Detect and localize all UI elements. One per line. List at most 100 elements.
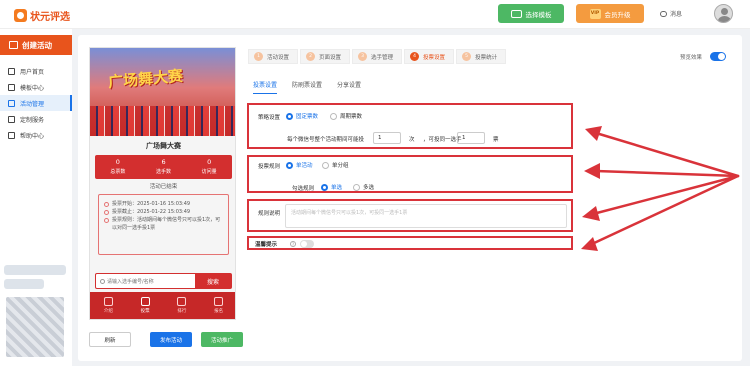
info-rule: 投票规则：活动期间每个微信号只可以投1次，可以对同一选手投1票 bbox=[112, 217, 221, 231]
radio-label: 周期票数 bbox=[340, 114, 363, 120]
preview-search: 搜索 bbox=[95, 273, 232, 289]
vote-home-icon bbox=[140, 297, 150, 306]
sidebar-item-help[interactable]: 帮助中心 bbox=[0, 127, 72, 143]
event-info-box: 投票开始：2025-01-16 15:03:49 投票截止：2025-01-22… bbox=[98, 194, 229, 255]
radio-dot bbox=[286, 112, 293, 120]
stat-players: 6 选手数 bbox=[141, 155, 187, 179]
preview-nav-vote[interactable]: 投票 bbox=[127, 292, 164, 319]
preview-toggle-label: 预览效果 bbox=[680, 55, 703, 61]
vip-upgrade-button[interactable]: VIP 会员升级 bbox=[576, 4, 644, 23]
radio-dot bbox=[330, 112, 337, 120]
stats-bar: 0 总票数 6 选手数 0 访问量 bbox=[95, 155, 232, 179]
unit-votes: 票 bbox=[493, 137, 499, 143]
message-icon bbox=[660, 10, 667, 17]
preview-nav-intro[interactable]: 介绍 bbox=[90, 292, 127, 319]
unit-times: 次 bbox=[409, 137, 415, 143]
step-vote-settings[interactable]: 4 投票设置 bbox=[404, 49, 455, 64]
step-bar: 1 活动设置 2 页面设置 3 选手管理 4 投票设置 5 投票统计 bbox=[248, 49, 507, 64]
event-title: 广场舞大赛 bbox=[146, 142, 181, 150]
vote-count-input[interactable]: 1 bbox=[373, 132, 401, 144]
sidebar-item-custom-service[interactable]: 定制服务 bbox=[0, 111, 72, 127]
radio-label: 固定票数 bbox=[296, 114, 319, 120]
promote-button[interactable]: 活动推广 bbox=[201, 332, 243, 347]
messages-link[interactable]: 消息 bbox=[660, 9, 682, 18]
radio-cycle-votes[interactable]: 周期票数 bbox=[330, 112, 362, 120]
vote-rule-section: 投票规则 单活动 单分组 勾选规则 单选 多选 bbox=[247, 155, 573, 193]
tab-anti-fraud[interactable]: 防刷票设置 bbox=[292, 80, 322, 94]
sidebar-nav: 用户首页 模板中心 活动管理 定制服务 帮助中心 bbox=[0, 63, 72, 143]
user-avatar[interactable] bbox=[714, 4, 733, 23]
sidebar-item-templates[interactable]: 模板中心 bbox=[0, 79, 72, 95]
radio-dot bbox=[353, 183, 360, 191]
step-page-settings[interactable]: 2 页面设置 bbox=[300, 49, 351, 64]
step-vote-stats[interactable]: 5 投票统计 bbox=[456, 49, 507, 64]
preview-nav-label: 投票 bbox=[140, 309, 150, 314]
radio-multi-choice[interactable]: 多选 bbox=[353, 183, 374, 191]
logo[interactable]: 状元评选 bbox=[14, 8, 70, 23]
per-player-input[interactable]: 1 bbox=[457, 132, 485, 144]
info-start: 投票开始：2025-01-16 15:03:49 bbox=[112, 201, 191, 207]
radio-label: 单活动 bbox=[296, 163, 313, 169]
radio-fixed-votes[interactable]: 固定票数 bbox=[286, 112, 318, 120]
info-row: 投票开始：2025-01-16 15:03:49 bbox=[104, 200, 223, 208]
create-activity-label: 创建活动 bbox=[22, 40, 52, 50]
sidebar-item-label: 用户首页 bbox=[20, 68, 45, 76]
home-icon bbox=[8, 67, 15, 75]
sidebar-item-activity-management[interactable]: 活动管理 bbox=[0, 95, 72, 111]
top-bar: 状元评选 选择模板 VIP 会员升级 消息 bbox=[0, 0, 750, 29]
create-activity-button[interactable]: 创建活动 bbox=[0, 35, 72, 55]
sidebar-item-label: 定制服务 bbox=[20, 116, 45, 124]
vip-icon: VIP bbox=[589, 8, 601, 19]
settings-tabs: 投票设置 防刷票设置 分享设置 bbox=[253, 80, 361, 94]
step-number: 4 bbox=[410, 52, 420, 61]
step-player-management[interactable]: 3 选手管理 bbox=[352, 49, 403, 64]
vote-rule-label: 投票规则 bbox=[258, 164, 281, 170]
step-label: 活动设置 bbox=[267, 54, 290, 61]
choose-template-button[interactable]: 选择模板 bbox=[498, 4, 564, 23]
step-number: 2 bbox=[306, 52, 316, 61]
publish-button[interactable]: 发布活动 bbox=[150, 332, 192, 347]
clock-icon bbox=[104, 201, 109, 207]
preview-nav-signup[interactable]: 报名 bbox=[200, 292, 235, 319]
radio-dot bbox=[321, 183, 328, 191]
stat-value: 0 bbox=[207, 158, 212, 166]
radio-single-activity[interactable]: 单活动 bbox=[286, 161, 313, 169]
radio-single-group[interactable]: 单分组 bbox=[322, 161, 349, 169]
intro-icon bbox=[103, 297, 113, 306]
sidebar-item-home[interactable]: 用户首页 bbox=[0, 63, 72, 79]
tab-vote-settings[interactable]: 投票设置 bbox=[253, 80, 278, 94]
signup-icon bbox=[214, 297, 224, 306]
blurred-ad bbox=[4, 265, 66, 275]
step-label: 页面设置 bbox=[319, 54, 342, 61]
radio-label: 多选 bbox=[363, 185, 375, 191]
question-icon: ? bbox=[290, 241, 296, 247]
step-label: 投票设置 bbox=[423, 54, 446, 61]
radio-label: 单选 bbox=[331, 185, 343, 191]
warm-tip-toggle[interactable] bbox=[300, 240, 314, 248]
rule-description-section: 规则说明 活动期间每个微信号只可以投1次，可投同一选手1票 bbox=[247, 199, 573, 232]
folder-icon bbox=[8, 99, 15, 107]
radio-label: 单分组 bbox=[332, 163, 349, 169]
messages-label: 消息 bbox=[670, 11, 683, 18]
tab-share-settings[interactable]: 分享设置 bbox=[337, 80, 361, 94]
dancers-image bbox=[90, 106, 235, 136]
refresh-button[interactable]: 刷新 bbox=[89, 332, 131, 347]
step-label: 选手管理 bbox=[371, 54, 394, 61]
help-icon bbox=[8, 131, 15, 139]
check-rule-label: 勾选规则 bbox=[292, 186, 315, 192]
radio-dot bbox=[286, 161, 293, 169]
step-number: 1 bbox=[254, 52, 263, 61]
preview-search-button[interactable]: 搜索 bbox=[195, 274, 231, 288]
template-icon bbox=[510, 9, 522, 18]
rule-description-textarea[interactable]: 活动期间每个微信号只可以投1次，可投同一选手1票 bbox=[285, 204, 567, 228]
preview-search-input[interactable] bbox=[99, 276, 194, 287]
preview-nav-rank[interactable]: 排行 bbox=[164, 292, 201, 319]
step-activity-settings[interactable]: 1 活动设置 bbox=[248, 49, 299, 64]
preview-toggle[interactable] bbox=[710, 52, 726, 61]
rank-icon bbox=[177, 297, 187, 306]
stat-value: 6 bbox=[161, 158, 166, 166]
radio-single-choice[interactable]: 单选 bbox=[321, 183, 342, 191]
stat-label: 总票数 bbox=[110, 169, 126, 175]
rule-icon bbox=[104, 217, 109, 223]
mobile-preview: 广场舞大赛 广场舞大赛 0 总票数 6 选手数 0 访问量 活动已结束 投票开始… bbox=[89, 47, 236, 320]
